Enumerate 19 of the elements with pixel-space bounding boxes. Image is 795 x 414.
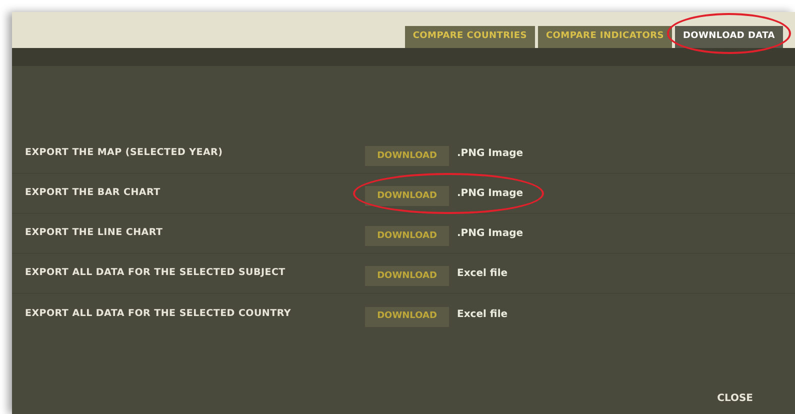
file-format: .PNG Image <box>457 187 524 201</box>
tab[interactable]: COMPARE INDICATORS <box>538 26 672 48</box>
download-button[interactable]: DOWNLOAD <box>365 146 449 166</box>
file-format: .PNG Image <box>457 147 524 161</box>
export-label: EXPORT ALL DATA FOR THE SELECTED SUBJECT <box>24 266 286 280</box>
export-label: EXPORT THE MAP (SELECTED YEAR) <box>24 146 224 160</box>
file-format: .PNG Image <box>457 227 524 241</box>
download-button[interactable]: DOWNLOAD <box>365 226 449 246</box>
export-label: EXPORT THE BAR CHART <box>24 186 162 200</box>
export-label: EXPORT ALL DATA FOR THE SELECTED COUNTRY <box>24 306 292 321</box>
tab[interactable]: COMPARE COUNTRIES <box>404 26 535 48</box>
export-label: EXPORT THE LINE CHART <box>24 226 164 240</box>
file-format: Excel file <box>457 308 508 322</box>
download-button[interactable]: DOWNLOAD <box>365 306 449 327</box>
download-button[interactable]: DOWNLOAD <box>365 266 449 286</box>
download-button[interactable]: DOWNLOAD <box>365 186 449 206</box>
file-format: Excel file <box>457 267 508 281</box>
tab[interactable]: DOWNLOAD DATA <box>674 26 783 48</box>
close-button[interactable]: CLOSE <box>717 391 753 406</box>
